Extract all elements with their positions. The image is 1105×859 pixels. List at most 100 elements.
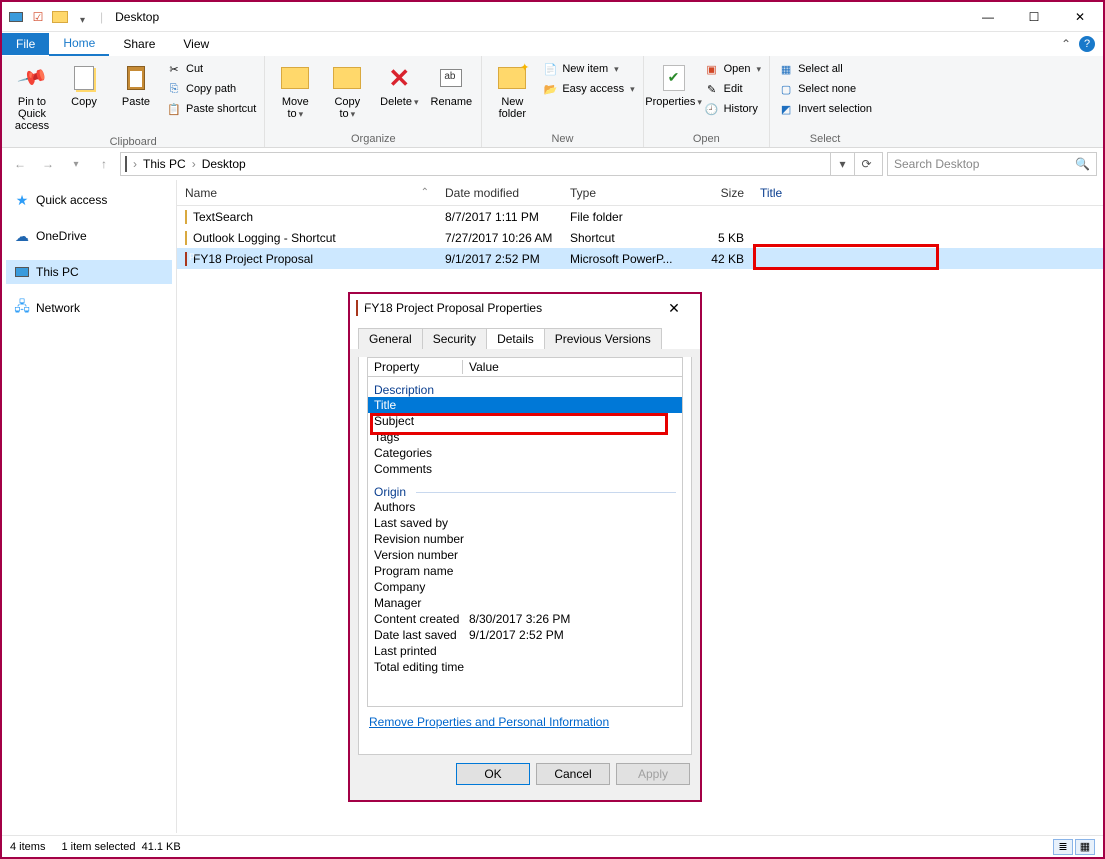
column-headers[interactable]: Name⌃ Date modified Type Size Title <box>177 180 1103 206</box>
cut-button[interactable]: ✂Cut <box>164 60 258 78</box>
file-icon <box>185 231 187 245</box>
ppt-icon <box>356 301 358 315</box>
clipboard-group-label: Clipboard <box>8 134 258 148</box>
file-row[interactable]: Outlook Logging - Shortcut7/27/2017 10:2… <box>177 227 1103 248</box>
property-row-revision[interactable]: Revision number <box>368 531 682 547</box>
organize-group-label: Organize <box>271 131 475 145</box>
window-title: Desktop <box>115 10 159 24</box>
address-bar[interactable]: › This PC › Desktop ▾ ⟳ <box>120 152 883 176</box>
up-button[interactable]: ↑ <box>92 152 116 176</box>
delete-button[interactable]: ✕ Delete <box>375 60 423 110</box>
ribbon: 📌 Pin to Quick access Copy Paste ✂Cut ⎘C… <box>2 56 1103 148</box>
copy-button[interactable]: Copy <box>60 60 108 110</box>
close-button[interactable]: ✕ <box>1057 2 1103 32</box>
tab-security[interactable]: Security <box>422 328 487 349</box>
property-row-comments[interactable]: Comments <box>368 461 682 477</box>
property-row-manager[interactable]: Manager <box>368 595 682 611</box>
cancel-button[interactable]: Cancel <box>536 763 610 785</box>
property-list[interactable]: Description Title Subject Tags Categorie… <box>367 377 683 707</box>
view-large-button[interactable]: ▦ <box>1075 839 1095 855</box>
tab-file[interactable]: File <box>2 33 49 55</box>
nav-thispc[interactable]: This PC <box>6 260 172 284</box>
property-row-lastsavedby[interactable]: Last saved by <box>368 515 682 531</box>
nav-onedrive[interactable]: ☁OneDrive <box>6 224 172 248</box>
nav-network[interactable]: 🖧Network <box>6 296 172 320</box>
apply-button[interactable]: Apply <box>616 763 690 785</box>
open-button[interactable]: ▣Open <box>702 60 763 78</box>
search-box[interactable]: Search Desktop 🔍 <box>887 152 1097 176</box>
ok-button[interactable]: OK <box>456 763 530 785</box>
forward-button[interactable]: → <box>36 152 60 176</box>
maximize-button[interactable]: ☐ <box>1011 2 1057 32</box>
newfolder-button[interactable]: ✦ New folder <box>488 60 536 122</box>
col-type[interactable]: Type <box>562 186 682 200</box>
col-date[interactable]: Date modified <box>437 186 562 200</box>
file-row[interactable]: TextSearch8/7/2017 1:11 PMFile folder <box>177 206 1103 227</box>
ribbon-collapse-icon[interactable]: ⌃ <box>1061 37 1071 51</box>
easyaccess-button[interactable]: 📂Easy access <box>540 80 636 98</box>
crumb-thispc[interactable]: This PC <box>143 157 186 171</box>
history-button[interactable]: 🕘History <box>702 100 763 118</box>
header-property: Property <box>368 360 463 374</box>
property-row-datelastsaved[interactable]: Date last saved9/1/2017 2:52 PM <box>368 627 682 643</box>
refresh-icon[interactable]: ⟳ <box>854 153 878 175</box>
remove-properties-link[interactable]: Remove Properties and Personal Informati… <box>359 707 619 737</box>
crumb-desktop[interactable]: Desktop <box>202 157 246 171</box>
qat-properties-icon[interactable]: ☑ <box>30 9 46 25</box>
dialog-close-button[interactable]: ✕ <box>654 300 694 317</box>
pasteshortcut-button[interactable]: 📋Paste shortcut <box>164 100 258 118</box>
rename-button[interactable]: Rename <box>427 60 475 110</box>
property-row-totalediting[interactable]: Total editing time <box>368 659 682 675</box>
minimize-button[interactable]: — <box>965 2 1011 32</box>
property-row-lastprinted[interactable]: Last printed <box>368 643 682 659</box>
invertselection-button[interactable]: ◩Invert selection <box>776 100 874 118</box>
qat-newfolder-icon[interactable] <box>52 9 68 25</box>
dialog-body: Property Value Description Title Subject… <box>358 357 692 755</box>
file-size: 42 KB <box>682 252 752 266</box>
file-date: 8/7/2017 1:11 PM <box>437 210 562 224</box>
file-type: Microsoft PowerP... <box>562 252 682 266</box>
dialog-titlebar[interactable]: FY18 Project Proposal Properties ✕ <box>350 294 700 322</box>
properties-button[interactable]: Properties <box>650 60 698 110</box>
copyto-button[interactable]: Copy to <box>323 60 371 122</box>
view-details-button[interactable]: ≣ <box>1053 839 1073 855</box>
tab-details[interactable]: Details <box>486 328 545 349</box>
tab-home[interactable]: Home <box>49 32 109 56</box>
tab-general[interactable]: General <box>358 328 423 349</box>
section-description: Description <box>368 379 682 397</box>
back-button[interactable]: ← <box>8 152 32 176</box>
property-row-tags[interactable]: Tags <box>368 429 682 445</box>
property-row-version[interactable]: Version number <box>368 547 682 563</box>
selectnone-button[interactable]: ▢Select none <box>776 80 874 98</box>
property-row-categories[interactable]: Categories <box>368 445 682 461</box>
property-row-contentcreated[interactable]: Content created8/30/2017 3:26 PM <box>368 611 682 627</box>
col-size[interactable]: Size <box>682 186 752 200</box>
property-row-company[interactable]: Company <box>368 579 682 595</box>
nav-quick-access[interactable]: ★Quick access <box>6 188 172 212</box>
newitem-button[interactable]: 📄New item <box>540 60 636 78</box>
help-icon[interactable]: ? <box>1079 36 1095 52</box>
moveto-button[interactable]: Move to <box>271 60 319 122</box>
pin-quickaccess-button[interactable]: 📌 Pin to Quick access <box>8 60 56 134</box>
paste-button[interactable]: Paste <box>112 60 160 110</box>
edit-button[interactable]: ✎Edit <box>702 80 763 98</box>
dialog-buttons: OK Cancel Apply <box>350 763 700 795</box>
addr-dropdown-icon[interactable]: ▾ <box>830 153 854 175</box>
property-row-program[interactable]: Program name <box>368 563 682 579</box>
copypath-button[interactable]: ⎘Copy path <box>164 80 258 98</box>
property-row-authors[interactable]: Authors <box>368 499 682 515</box>
file-size: 5 KB <box>682 231 752 245</box>
tab-share[interactable]: Share <box>109 33 169 55</box>
col-title[interactable]: Title <box>752 186 942 200</box>
ribbon-tabs: File Home Share View ⌃ ? <box>2 32 1103 56</box>
col-name[interactable]: Name <box>185 186 217 200</box>
recent-button[interactable]: ▾ <box>64 152 88 176</box>
tab-previous-versions[interactable]: Previous Versions <box>544 328 662 349</box>
property-row-subject[interactable]: Subject <box>368 413 682 429</box>
property-row-title[interactable]: Title <box>368 397 682 413</box>
qat-customize-icon[interactable] <box>80 12 90 22</box>
file-row[interactable]: FY18 Project Proposal9/1/2017 2:52 PMMic… <box>177 248 1103 269</box>
file-icon <box>185 252 187 266</box>
tab-view[interactable]: View <box>169 33 223 55</box>
selectall-button[interactable]: ▦Select all <box>776 60 874 78</box>
